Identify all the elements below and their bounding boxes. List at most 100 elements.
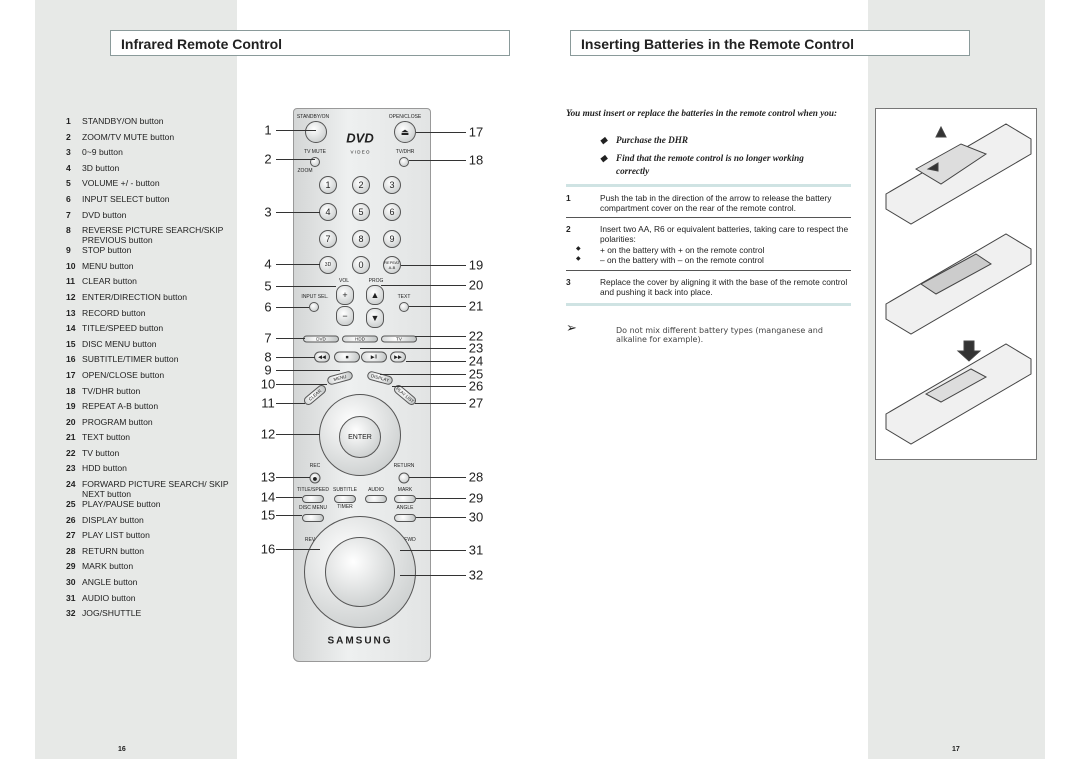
legend-number: 12 <box>66 291 76 302</box>
audio-button[interactable] <box>365 495 387 503</box>
jog-inner[interactable] <box>325 537 395 607</box>
digit-button[interactable]: 2 <box>352 176 370 194</box>
mode-dvd-button[interactable]: DVD <box>303 335 339 343</box>
volume-up-button[interactable]: + <box>336 285 354 305</box>
disc-menu-button[interactable] <box>302 514 324 522</box>
digit-button[interactable]: 9 <box>383 230 401 248</box>
text-button[interactable] <box>399 302 409 312</box>
repeat-ab-button[interactable]: REPEAT A-B <box>383 256 401 274</box>
digit-button[interactable]: 7 <box>319 230 337 248</box>
legend-number: 5 <box>66 178 71 189</box>
callout-line <box>415 336 466 337</box>
dvd-logo: DVD <box>346 130 374 146</box>
legend-item: 4 3D button <box>66 163 241 179</box>
subtitle-button[interactable] <box>334 495 356 503</box>
standby-button[interactable] <box>305 121 327 143</box>
divider <box>566 184 851 187</box>
legend-label: FORWARD PICTURE SEARCH/ SKIP NEXT button <box>82 479 229 500</box>
legend-label: PLAY/PAUSE button <box>82 499 161 510</box>
open-close-label: OPEN/CLOSE <box>388 114 422 120</box>
play-pause-button[interactable]: ▶II <box>361 351 387 363</box>
legend-item: 17 OPEN/CLOSE button <box>66 370 241 386</box>
callout-line <box>416 498 466 499</box>
prog-down-button[interactable]: ▼ <box>366 308 384 328</box>
legend-item: 7 DVD button <box>66 210 241 226</box>
legend-label: JOG/SHUTTLE <box>82 608 142 619</box>
callout-line <box>276 264 320 265</box>
digit-button[interactable]: 6 <box>383 203 401 221</box>
legend-label: TV/DHR button <box>82 385 141 396</box>
open-close-button[interactable]: ⏏ <box>394 121 416 143</box>
forward-button[interactable]: ▶▶ <box>390 351 406 363</box>
callout-line <box>409 306 466 307</box>
polarity-item: – on the battery with – on the remote co… <box>600 255 764 265</box>
rewind-button[interactable]: ◀◀ <box>314 351 330 363</box>
callout-line <box>276 434 320 435</box>
legend-number: 28 <box>66 545 76 556</box>
stop-button[interactable]: ■ <box>334 351 360 363</box>
callout-line <box>392 386 466 387</box>
angle-label: ANGLE <box>396 505 414 511</box>
callout-line <box>276 384 327 385</box>
tv-dhr-button[interactable] <box>399 157 409 167</box>
diamond-icon: ◆ <box>600 153 608 163</box>
bullet-list: ◆ Purchase the DHR ◆ Find that the remote … <box>600 134 820 178</box>
callout-number: 20 <box>468 277 484 293</box>
angle-button[interactable] <box>394 514 416 522</box>
callout-line <box>416 132 466 133</box>
legend-number: 2 <box>66 131 71 142</box>
callout-line <box>276 515 302 516</box>
legend-number: 26 <box>66 514 76 525</box>
legend-number: 27 <box>66 530 76 541</box>
callout-line <box>381 285 466 286</box>
return-button[interactable] <box>398 472 410 484</box>
samsung-logo: SAMSUNG <box>327 635 393 647</box>
callout-number: 12 <box>260 426 276 442</box>
record-button[interactable]: ● <box>309 472 321 484</box>
callout-line <box>276 130 316 131</box>
mode-tv-button[interactable]: TV <box>381 335 417 343</box>
mark-button[interactable] <box>394 495 416 503</box>
callout-number: 28 <box>468 469 484 485</box>
callout-line <box>401 265 466 266</box>
legend-number: 18 <box>66 385 76 396</box>
volume-down-button[interactable]: − <box>336 306 354 326</box>
legend-number: 13 <box>66 307 76 318</box>
step-text: Push the tab in the direction of the arr… <box>600 193 832 213</box>
3d-button[interactable]: 3D <box>319 256 337 274</box>
step-number: 3 <box>566 277 571 287</box>
callout-number: 32 <box>468 567 484 583</box>
legend-number: 22 <box>66 447 76 458</box>
legend-item: 1 STANDBY/ON button <box>66 116 241 132</box>
enter-button[interactable]: ENTER <box>339 416 381 458</box>
input-sel-label: INPUT SEL. <box>301 294 329 300</box>
callout-number: 1 <box>264 122 272 138</box>
legend-label: DISC MENU button <box>82 338 157 349</box>
digit-button[interactable]: 5 <box>352 203 370 221</box>
legend-item: 5 VOLUME +/ - button <box>66 178 241 194</box>
legend-number: 25 <box>66 499 76 510</box>
digit-button[interactable]: 8 <box>352 230 370 248</box>
input-sel-button[interactable] <box>309 302 319 312</box>
callout-line <box>415 403 466 404</box>
title-speed-button[interactable] <box>302 495 324 503</box>
digit-button[interactable]: 1 <box>319 176 337 194</box>
prog-up-button[interactable]: ▲ <box>366 285 384 305</box>
legend-number: 10 <box>66 260 76 271</box>
digit-button[interactable]: 0 <box>352 256 370 274</box>
digit-button[interactable]: 4 <box>319 203 337 221</box>
callout-line <box>409 160 466 161</box>
legend-label: MARK button <box>82 561 134 572</box>
legend-item: 2 ZOOM/TV MUTE button <box>66 132 241 148</box>
tv-dhr-label: TV/DHR <box>395 149 415 155</box>
mode-hdd-button[interactable]: HDD <box>342 335 378 343</box>
callout-number: 16 <box>260 541 276 557</box>
bullet-item: Find that the remote control is no longe… <box>616 153 804 176</box>
callout-line <box>380 374 466 375</box>
legend-item: 14 TITLE/SPEED button <box>66 323 241 339</box>
callout-line <box>406 361 466 362</box>
divider <box>566 270 851 271</box>
digit-button[interactable]: 3 <box>383 176 401 194</box>
remote-rear-step2 <box>885 233 1032 335</box>
tv-mute-label: TV MUTE <box>304 149 326 155</box>
